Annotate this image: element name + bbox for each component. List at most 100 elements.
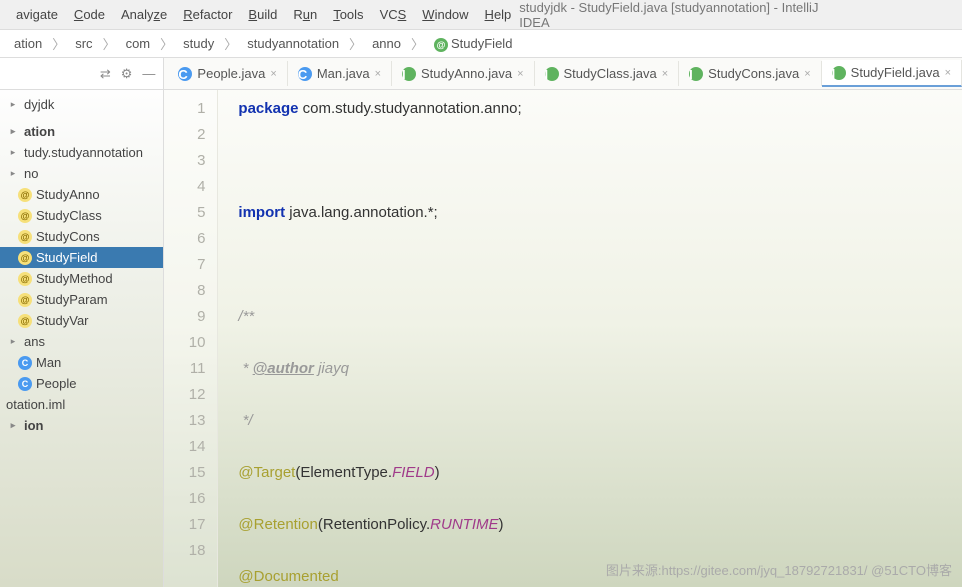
- tree-item-StudyVar[interactable]: @ StudyVar: [0, 310, 163, 331]
- class-icon: C: [18, 356, 32, 370]
- file-icon: C: [178, 67, 192, 81]
- tree-item-no[interactable]: ▸ no: [0, 163, 163, 184]
- crumb-2[interactable]: com: [120, 34, 157, 53]
- tree-label: StudyVar: [36, 313, 89, 328]
- file-icon: I: [545, 67, 559, 81]
- tree-toolbar: ⇄ ⚙ —: [0, 58, 163, 90]
- code-editor[interactable]: 123456789101112131415161718 package com.…: [164, 90, 962, 587]
- tree-item-Man[interactable]: C Man: [0, 352, 163, 373]
- folder-icon: ▸: [6, 419, 20, 433]
- tab-Man.java[interactable]: C Man.java ×: [288, 61, 392, 86]
- code-area[interactable]: package com.study.studyannotation.anno; …: [218, 90, 962, 587]
- tree-label: StudyClass: [36, 208, 102, 223]
- line-numbers: 123456789101112131415161718: [164, 90, 218, 587]
- tree-item-StudyClass[interactable]: @ StudyClass: [0, 205, 163, 226]
- tab-label: StudyClass.java: [564, 66, 657, 81]
- tree-item-StudyMethod[interactable]: @ StudyMethod: [0, 268, 163, 289]
- tree-item-StudyParam[interactable]: @ StudyParam: [0, 289, 163, 310]
- tab-StudyClass.java[interactable]: I StudyClass.java ×: [535, 61, 680, 86]
- close-icon[interactable]: ×: [945, 67, 951, 79]
- file-icon: I: [402, 67, 416, 81]
- tree-label: ation: [24, 124, 55, 139]
- menu-vcs[interactable]: VCS: [372, 3, 415, 26]
- crumb-4[interactable]: studyannotation: [241, 34, 345, 53]
- annotation-icon: @: [434, 38, 448, 52]
- close-icon[interactable]: ×: [375, 68, 381, 80]
- tree-item-StudyCons[interactable]: @ StudyCons: [0, 226, 163, 247]
- tab-label: StudyCons.java: [708, 66, 799, 81]
- tree-label: tudy.studyannotation: [24, 145, 143, 160]
- minimize-icon[interactable]: —: [142, 66, 155, 81]
- menu-navigate[interactable]: avigate: [8, 3, 66, 26]
- menu-refactor[interactable]: Refactor: [175, 3, 240, 26]
- window-title: studyjdk - StudyField.java [studyannotat…: [519, 0, 954, 30]
- tree-label: ans: [24, 334, 45, 349]
- tree-item-StudyAnno[interactable]: @ StudyAnno: [0, 184, 163, 205]
- tree-label: StudyField: [36, 250, 97, 265]
- file-icon: I: [689, 67, 703, 81]
- tree-label: StudyMethod: [36, 271, 113, 286]
- folder-icon: ▸: [6, 98, 20, 112]
- tree-label: ion: [24, 418, 44, 433]
- menu-run[interactable]: Run: [285, 3, 325, 26]
- annotation-icon: @: [18, 272, 32, 286]
- editor-panel: CPeople.java×CMan.java×IStudyAnno.java×I…: [164, 58, 962, 587]
- tree-label: no: [24, 166, 38, 181]
- tree-label: StudyParam: [36, 292, 108, 307]
- menubar: avigate Code Analyze Refactor Build Run …: [0, 0, 962, 30]
- menu-code[interactable]: Code: [66, 3, 113, 26]
- folder-icon: ▸: [6, 125, 20, 139]
- tab-label: StudyField.java: [851, 65, 940, 80]
- tree-item-StudyField[interactable]: @StudyField: [0, 247, 163, 268]
- close-icon[interactable]: ×: [517, 68, 523, 80]
- close-icon[interactable]: ×: [804, 68, 810, 80]
- tree-item-ans[interactable]: ▸ ans: [0, 331, 163, 352]
- annotation-icon: @: [18, 314, 32, 328]
- gear-icon[interactable]: ⚙: [121, 66, 133, 82]
- folder-icon: ▸: [6, 146, 20, 160]
- tab-StudyAnno.java[interactable]: I StudyAnno.java ×: [392, 61, 535, 86]
- tab-People.java[interactable]: C People.java ×: [168, 61, 287, 86]
- close-icon[interactable]: ×: [270, 68, 276, 80]
- project-tree-panel: ⇄ ⚙ — ▸dyjdk▸ation▸tudy.studyannotation▸…: [0, 58, 164, 587]
- editor-tabs: CPeople.java×CMan.java×IStudyAnno.java×I…: [164, 58, 962, 90]
- close-icon[interactable]: ×: [662, 68, 668, 80]
- tab-label: People.java: [197, 66, 265, 81]
- menu-tools[interactable]: Tools: [325, 3, 371, 26]
- breadcrumb: ation〉 src〉 com〉 study〉 studyannotation〉…: [0, 30, 962, 58]
- tab-StudyCons.java[interactable]: I StudyCons.java ×: [679, 61, 822, 86]
- tree-label: dyjdk: [24, 97, 54, 112]
- menu-help[interactable]: Help: [477, 3, 520, 26]
- project-tree[interactable]: ▸dyjdk▸ation▸tudy.studyannotation▸no@Stu…: [0, 90, 163, 587]
- tree-label: StudyAnno: [36, 187, 100, 202]
- tree-label: StudyCons: [36, 229, 100, 244]
- tree-item-ion[interactable]: ▸ ion: [0, 415, 163, 436]
- menu-analyze[interactable]: Analyze: [113, 3, 175, 26]
- annotation-icon: @: [18, 188, 32, 202]
- menu-build[interactable]: Build: [240, 3, 285, 26]
- file-icon: C: [298, 67, 312, 81]
- crumb-6[interactable]: @StudyField: [428, 34, 518, 54]
- annotation-icon: @: [18, 230, 32, 244]
- crumb-1[interactable]: src: [69, 34, 98, 53]
- tree-item-tudy.studyannotation[interactable]: ▸ tudy.studyannotation: [0, 142, 163, 163]
- crumb-0[interactable]: ation: [8, 34, 48, 53]
- tree-label: People: [36, 376, 76, 391]
- tree-label: Man: [36, 355, 61, 370]
- tree-item-otation.iml[interactable]: otation.iml: [0, 394, 163, 415]
- tree-item-ation[interactable]: ▸ ation: [0, 121, 163, 142]
- watermark: 图片来源:https://gitee.com/jyq_18792721831/ …: [606, 560, 952, 579]
- tab-label: Man.java: [317, 66, 370, 81]
- crumb-3[interactable]: study: [177, 34, 220, 53]
- tree-item-dyjdk[interactable]: ▸ dyjdk: [0, 94, 163, 115]
- annotation-icon: @: [18, 293, 32, 307]
- crumb-5[interactable]: anno: [366, 34, 407, 53]
- menu-window[interactable]: Window: [414, 3, 476, 26]
- folder-icon: ▸: [6, 167, 20, 181]
- tab-label: StudyAnno.java: [421, 66, 512, 81]
- tab-StudyField.java[interactable]: IStudyField.java×: [822, 60, 962, 87]
- tree-item-People[interactable]: CPeople: [0, 373, 163, 394]
- folder-icon: ▸: [6, 335, 20, 349]
- annotation-icon: @: [18, 209, 32, 223]
- collapse-icon[interactable]: ⇄: [100, 66, 111, 82]
